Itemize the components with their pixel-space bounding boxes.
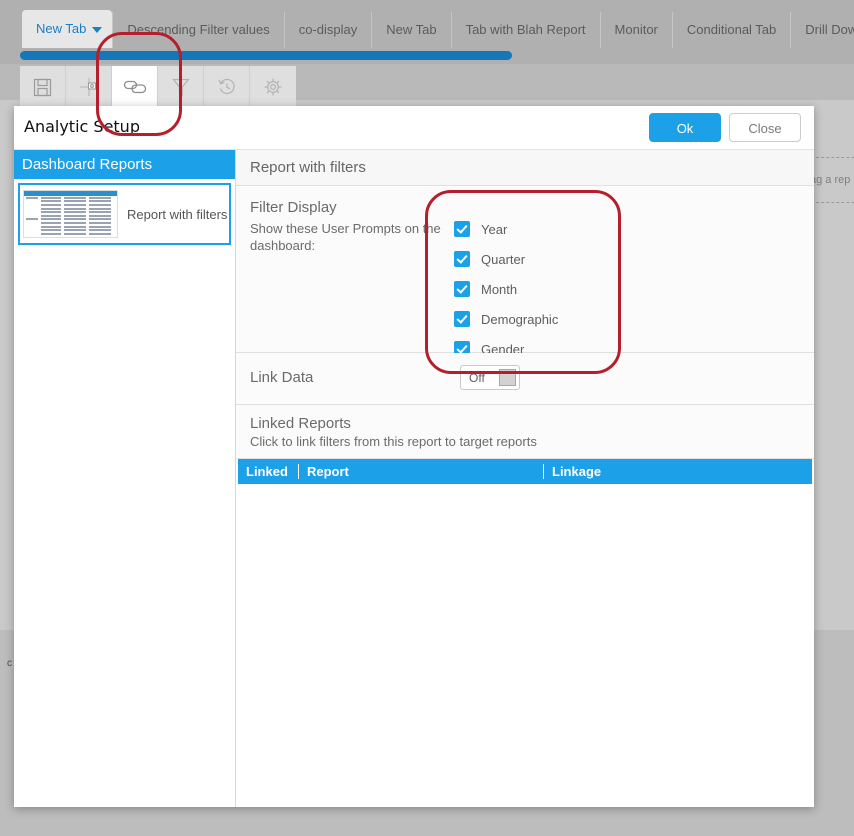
filter-icon [171,77,190,97]
filter-display-subtitle: Show these User Prompts on the dashboard… [250,221,441,253]
linked-reports-section: Linked Reports Click to link filters fro… [236,405,814,459]
checkbox-quarter[interactable] [454,251,470,267]
analytic-setup-dialog: Analytic Setup Ok Close Dashboard Report… [14,106,814,807]
dashboard-reports-sidebar: Dashboard Reports Report with filters [14,150,236,807]
checkbox-label-month: Month [481,281,518,297]
dialog-title: Analytic Setup [24,117,140,136]
checkbox-label-year: Year [481,221,508,237]
screen: ag a rep c New Tab Descending Filter val… [0,0,854,836]
tab-label: New Tab [36,21,87,36]
sidebar-title: Dashboard Reports [14,150,235,179]
add-report-button[interactable] [66,66,112,108]
filter-button[interactable] [158,66,204,108]
link-data-section: Link Data Off [236,353,814,405]
tab-bar[interactable]: New Tab Descending Filter values co-disp… [0,0,854,48]
column-header-report[interactable]: Report [298,464,543,479]
column-header-linkage[interactable]: Linkage [543,464,812,479]
column-header-linked[interactable]: Linked [238,464,298,479]
tab-drill-down-param[interactable]: Drill Down param [790,12,854,48]
checkbox-demographic[interactable] [454,311,470,327]
section-title: Report with filters [236,150,814,186]
checkbox-row-month[interactable]: Month [454,274,558,304]
link-icon [123,79,147,95]
save-button[interactable] [20,66,66,108]
tab-new-tab-active[interactable]: New Tab [22,10,113,48]
sidebar-item-report-with-filters[interactable]: Report with filters [18,183,231,245]
dialog-buttons: Ok Close [649,113,801,142]
tab-co-display[interactable]: co-display [283,12,372,48]
tab-descending-filter-values[interactable]: Descending Filter values [112,12,283,48]
filter-display-section: Filter Display Show these User Prompts o… [236,186,814,357]
link-data-label: Link Data [250,369,314,386]
dialog-body: Dashboard Reports Report with filters Re… [14,150,814,807]
sidebar-item-label: Report with filters [127,206,228,222]
table-body-empty [238,484,812,764]
report-thumbnail [23,190,118,238]
checkbox-row-quarter[interactable]: Quarter [454,244,558,274]
chevron-down-icon[interactable] [92,26,103,33]
linked-reports-subtitle: Click to link filters from this report t… [250,434,537,449]
link-data-toggle[interactable]: Off [460,365,520,390]
dialog-main-panel: Report with filters Filter Display Show … [236,150,814,807]
link-data-toggle-knob[interactable] [499,369,516,386]
checkbox-label-quarter: Quarter [481,251,526,267]
link-button[interactable] [112,66,158,108]
tab-new-tab-2[interactable]: New Tab [371,12,450,48]
checkbox-label-demographic: Demographic [481,311,559,327]
dialog-header: Analytic Setup Ok Close [14,106,814,150]
tab-conditional-tab[interactable]: Conditional Tab [671,12,790,48]
linked-reports-heading: Linked Reports [250,415,351,432]
settings-gear-icon [263,77,283,97]
linked-reports-table: Linked Report Linkage [238,459,812,764]
dashboard-toolbar[interactable] [20,66,296,108]
table-header-row: Linked Report Linkage [238,459,812,484]
corner-glyph: c [7,658,12,669]
history-button[interactable] [204,66,250,108]
settings-button[interactable] [250,66,296,108]
checkbox-year[interactable] [454,221,470,237]
user-prompt-checkbox-list: Year Quarter Month Demographic Gender [454,214,558,364]
ok-button[interactable]: Ok [649,113,721,142]
checkbox-month[interactable] [454,281,470,297]
close-button[interactable]: Close [729,113,801,142]
checkbox-row-demographic[interactable]: Demographic [454,304,558,334]
progress-fill[interactable] [20,51,512,60]
save-icon [33,78,52,97]
tab-monitor[interactable]: Monitor [599,12,672,48]
checkbox-row-year[interactable]: Year [454,214,558,244]
add-report-icon [79,77,99,97]
tab-tab-with-blah-report[interactable]: Tab with Blah Report [450,12,600,48]
link-data-toggle-state: Off [469,370,485,385]
history-icon [217,77,237,97]
